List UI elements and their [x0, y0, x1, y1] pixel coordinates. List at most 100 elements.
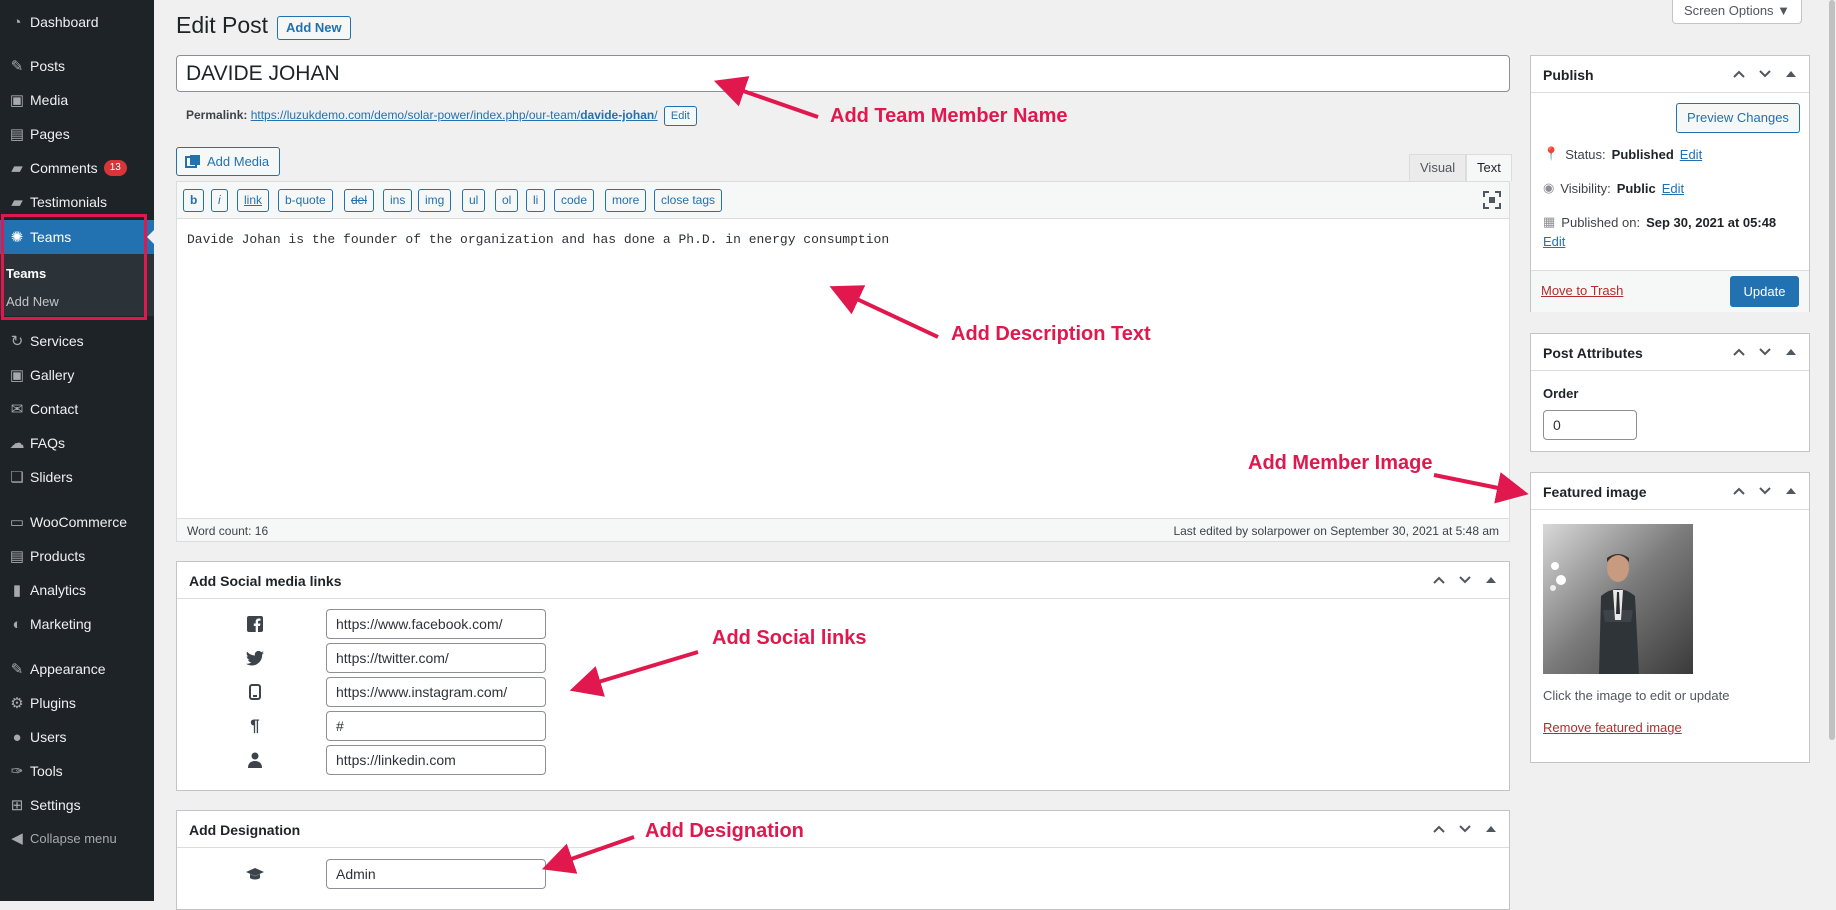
comment-icon: ▰	[11, 160, 23, 177]
qt-li-button[interactable]: li	[526, 189, 546, 212]
qt-link-button[interactable]: link	[237, 189, 270, 212]
fullscreen-icon[interactable]	[1483, 191, 1501, 209]
sidebar-item-sliders[interactable]: ❏ Sliders	[0, 460, 154, 494]
other-url-input[interactable]: #	[326, 711, 546, 741]
sidebar-item-posts[interactable]: ✎ Posts	[0, 49, 154, 83]
edit-date-row: Edit	[1543, 234, 1565, 249]
collapse-menu-button[interactable]: ◀ Collapse menu	[0, 821, 154, 855]
toggle-panel-icon[interactable]	[1781, 64, 1801, 84]
sidebar-item-teams[interactable]: ✺ Teams	[0, 220, 154, 254]
add-media-button[interactable]: Add Media	[176, 147, 281, 176]
move-down-icon[interactable]	[1455, 819, 1475, 839]
sidebar-item-users[interactable]: ● Users	[0, 720, 154, 754]
permalink-base: https://luzukdemo.com/demo/solar-power/i…	[250, 108, 581, 122]
settings-icon: ⊞	[10, 797, 24, 814]
graduation-cap-icon	[245, 864, 265, 884]
qt-img-button[interactable]: img	[418, 189, 452, 212]
sidebar-item-tools[interactable]: ✑ Tools	[0, 754, 154, 788]
move-down-icon[interactable]	[1755, 64, 1775, 84]
sidebar-item-woocommerce[interactable]: ▭ WooCommerce	[0, 505, 154, 539]
featured-image-thumbnail[interactable]	[1543, 524, 1693, 674]
sidebar-item-media[interactable]: ▣ Media	[0, 83, 154, 117]
sidebar-item-faqs[interactable]: ☁ FAQs	[0, 426, 154, 460]
remove-featured-image-link[interactable]: Remove featured image	[1543, 720, 1682, 735]
edit-date-link[interactable]: Edit	[1543, 234, 1565, 249]
designation-input[interactable]: Admin	[326, 859, 546, 889]
page-scrollbar[interactable]	[1826, 0, 1836, 901]
move-up-icon[interactable]	[1729, 64, 1749, 84]
instagram-url-input[interactable]: https://www.instagram.com/	[326, 677, 546, 707]
move-down-icon[interactable]	[1755, 342, 1775, 362]
move-up-icon[interactable]	[1729, 342, 1749, 362]
scrollbar-thumb[interactable]	[1829, 0, 1835, 740]
toggle-panel-icon[interactable]	[1481, 570, 1501, 590]
toggle-panel-icon[interactable]	[1781, 481, 1801, 501]
sidebar-item-settings[interactable]: ⊞ Settings	[0, 788, 154, 822]
toggle-panel-icon[interactable]	[1781, 342, 1801, 362]
submenu-teams[interactable]: Teams	[6, 266, 46, 281]
move-down-icon[interactable]	[1755, 481, 1775, 501]
facebook-icon	[245, 614, 265, 634]
designation-box-title: Add Designation	[189, 822, 301, 838]
qt-bold-button[interactable]: b	[183, 189, 205, 212]
qt-code-button[interactable]: code	[554, 189, 595, 212]
sidebar-item-products[interactable]: ▤ Products	[0, 539, 154, 573]
editor-textarea[interactable]: Davide Johan is the founder of the organ…	[187, 232, 889, 247]
facebook-url-input[interactable]: https://www.facebook.com/	[326, 609, 546, 639]
qt-more-button[interactable]: more	[605, 189, 647, 212]
collapse-icon: ◀	[11, 830, 23, 847]
sidebar-item-services[interactable]: ↻ Services	[0, 324, 154, 358]
analytics-icon: ▮	[12, 582, 22, 599]
sidebar-item-testimonials[interactable]: ▰ Testimonials	[0, 185, 154, 219]
sidebar-item-appearance[interactable]: ✎ Appearance	[0, 652, 154, 686]
sidebar-item-dashboard[interactable]: ◔ Dashboard	[0, 5, 154, 39]
users-icon: ●	[12, 728, 22, 746]
submenu-add-new[interactable]: Add New	[6, 294, 59, 309]
tools-icon: ✑	[10, 763, 24, 780]
sidebar-item-analytics[interactable]: ▮ Analytics	[0, 573, 154, 607]
linkedin-url-input[interactable]: https://linkedin.com	[326, 745, 546, 775]
qt-close-tags-button[interactable]: close tags	[654, 189, 723, 212]
editor-area: b i link b-quote del ins img ul ol li co…	[176, 181, 1510, 542]
permalink-edit-button[interactable]: Edit	[663, 106, 697, 126]
move-down-icon[interactable]	[1455, 570, 1475, 590]
permalink-link[interactable]: https://luzukdemo.com/demo/solar-power/i…	[251, 108, 658, 122]
move-up-icon[interactable]	[1429, 570, 1449, 590]
sidebar-item-plugins[interactable]: ⚙ Plugins	[0, 686, 154, 720]
services-icon: ↻	[10, 333, 24, 350]
sliders-icon: ❏	[10, 469, 24, 486]
featured-image-title: Featured image	[1543, 484, 1647, 500]
qt-italic-button[interactable]: i	[211, 189, 228, 212]
qt-bquote-button[interactable]: b-quote	[278, 189, 333, 212]
tab-text[interactable]: Text	[1466, 154, 1512, 182]
edit-visibility-link[interactable]: Edit	[1662, 181, 1684, 196]
qt-ol-button[interactable]: ol	[495, 189, 519, 212]
social-row-linkedin: https://linkedin.com	[177, 745, 1509, 775]
qt-ul-button[interactable]: ul	[462, 189, 486, 212]
permalink-row: Permalink: https://luzukdemo.com/demo/so…	[186, 106, 697, 126]
preview-changes-button[interactable]: Preview Changes	[1676, 103, 1800, 133]
twitter-url-input[interactable]: https://twitter.com/	[326, 643, 546, 673]
sidebar-item-comments[interactable]: ▰ Comments 13	[0, 151, 154, 185]
edit-status-link[interactable]: Edit	[1680, 147, 1702, 162]
sidebar-item-marketing[interactable]: ◐ Marketing	[0, 607, 154, 641]
sidebar-item-pages[interactable]: ▤ Pages	[0, 117, 154, 151]
post-title-input[interactable]: DAVIDE JOHAN	[176, 55, 1510, 92]
toggle-panel-icon[interactable]	[1481, 819, 1501, 839]
screen-options-button[interactable]: Screen Options ▼	[1672, 0, 1802, 24]
update-button[interactable]: Update	[1730, 276, 1799, 307]
move-to-trash-link[interactable]: Move to Trash	[1541, 283, 1623, 298]
qt-ins-button[interactable]: ins	[383, 189, 413, 212]
qt-del-button[interactable]: del	[344, 189, 375, 212]
featured-image-hint: Click the image to edit or update	[1543, 688, 1730, 703]
move-up-icon[interactable]	[1729, 481, 1749, 501]
tab-visual[interactable]: Visual	[1409, 154, 1467, 182]
sidebar-item-gallery[interactable]: ▣ Gallery	[0, 358, 154, 392]
sidebar-item-contact[interactable]: ✉ Contact	[0, 392, 154, 426]
add-new-button[interactable]: Add New	[277, 16, 351, 40]
user-icon	[245, 750, 265, 770]
pin-icon: 📍	[1543, 146, 1560, 161]
order-input[interactable]: 0	[1543, 410, 1637, 440]
move-up-icon[interactable]	[1429, 819, 1449, 839]
visibility-row: ◉ Visibility: Public Edit	[1543, 180, 1685, 196]
